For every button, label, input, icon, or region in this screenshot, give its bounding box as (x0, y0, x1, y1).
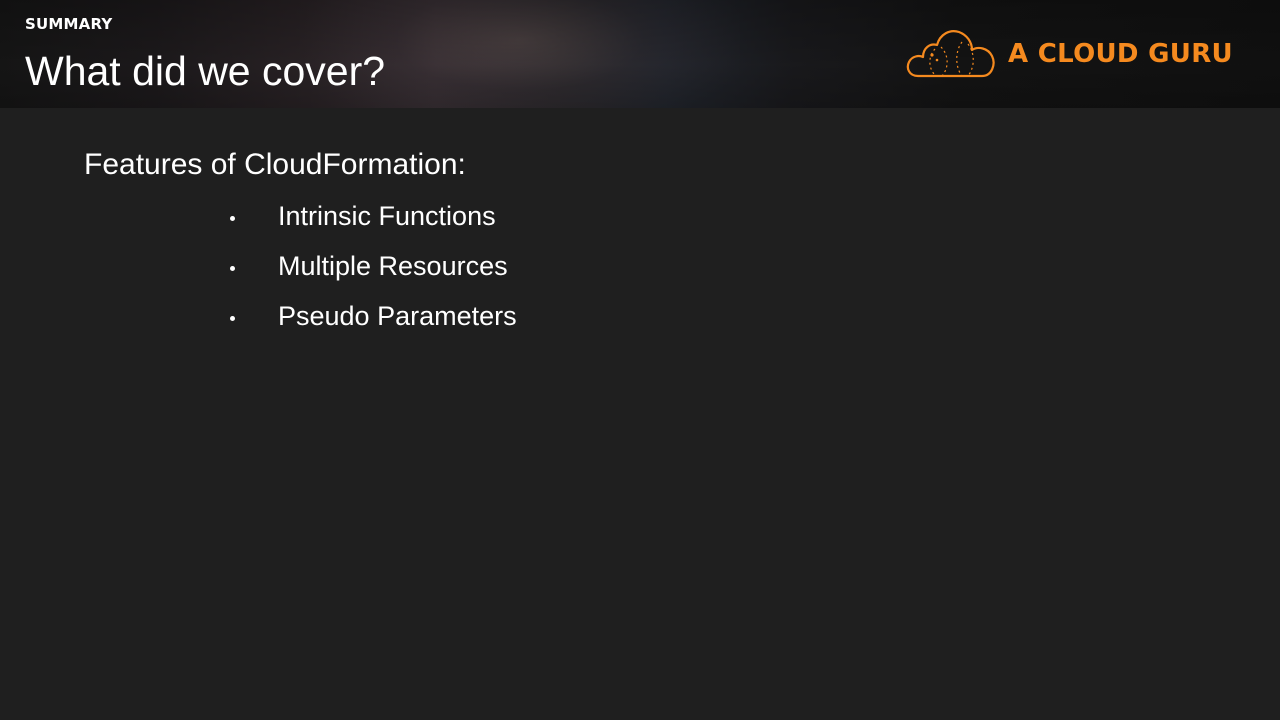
bullet-text: Intrinsic Functions (278, 201, 496, 231)
list-item: Pseudo Parameters (84, 292, 1240, 342)
slide-header: SUMMARY What did we cover? A CLOUD GURU (0, 0, 1280, 108)
bullet-dot-icon (230, 316, 235, 321)
brand-name: A CLOUD GURU (1008, 39, 1233, 69)
bullet-dot-icon (230, 216, 235, 221)
bullet-text: Pseudo Parameters (278, 301, 517, 331)
brand-logo: A CLOUD GURU (904, 26, 1233, 82)
bullet-text: Multiple Resources (278, 251, 508, 281)
content-heading: Features of CloudFormation: (84, 148, 466, 181)
slide-title: What did we cover? (25, 48, 386, 94)
slide-content: Features of CloudFormation: Intrinsic Fu… (84, 145, 1240, 342)
bullet-list: Intrinsic Functions Multiple Resources P… (84, 192, 1240, 342)
list-item: Multiple Resources (84, 242, 1240, 292)
list-item: Intrinsic Functions (84, 192, 1240, 242)
cloud-logo-icon (906, 30, 995, 78)
bullet-dot-icon (230, 266, 235, 271)
section-label: SUMMARY (25, 15, 113, 33)
